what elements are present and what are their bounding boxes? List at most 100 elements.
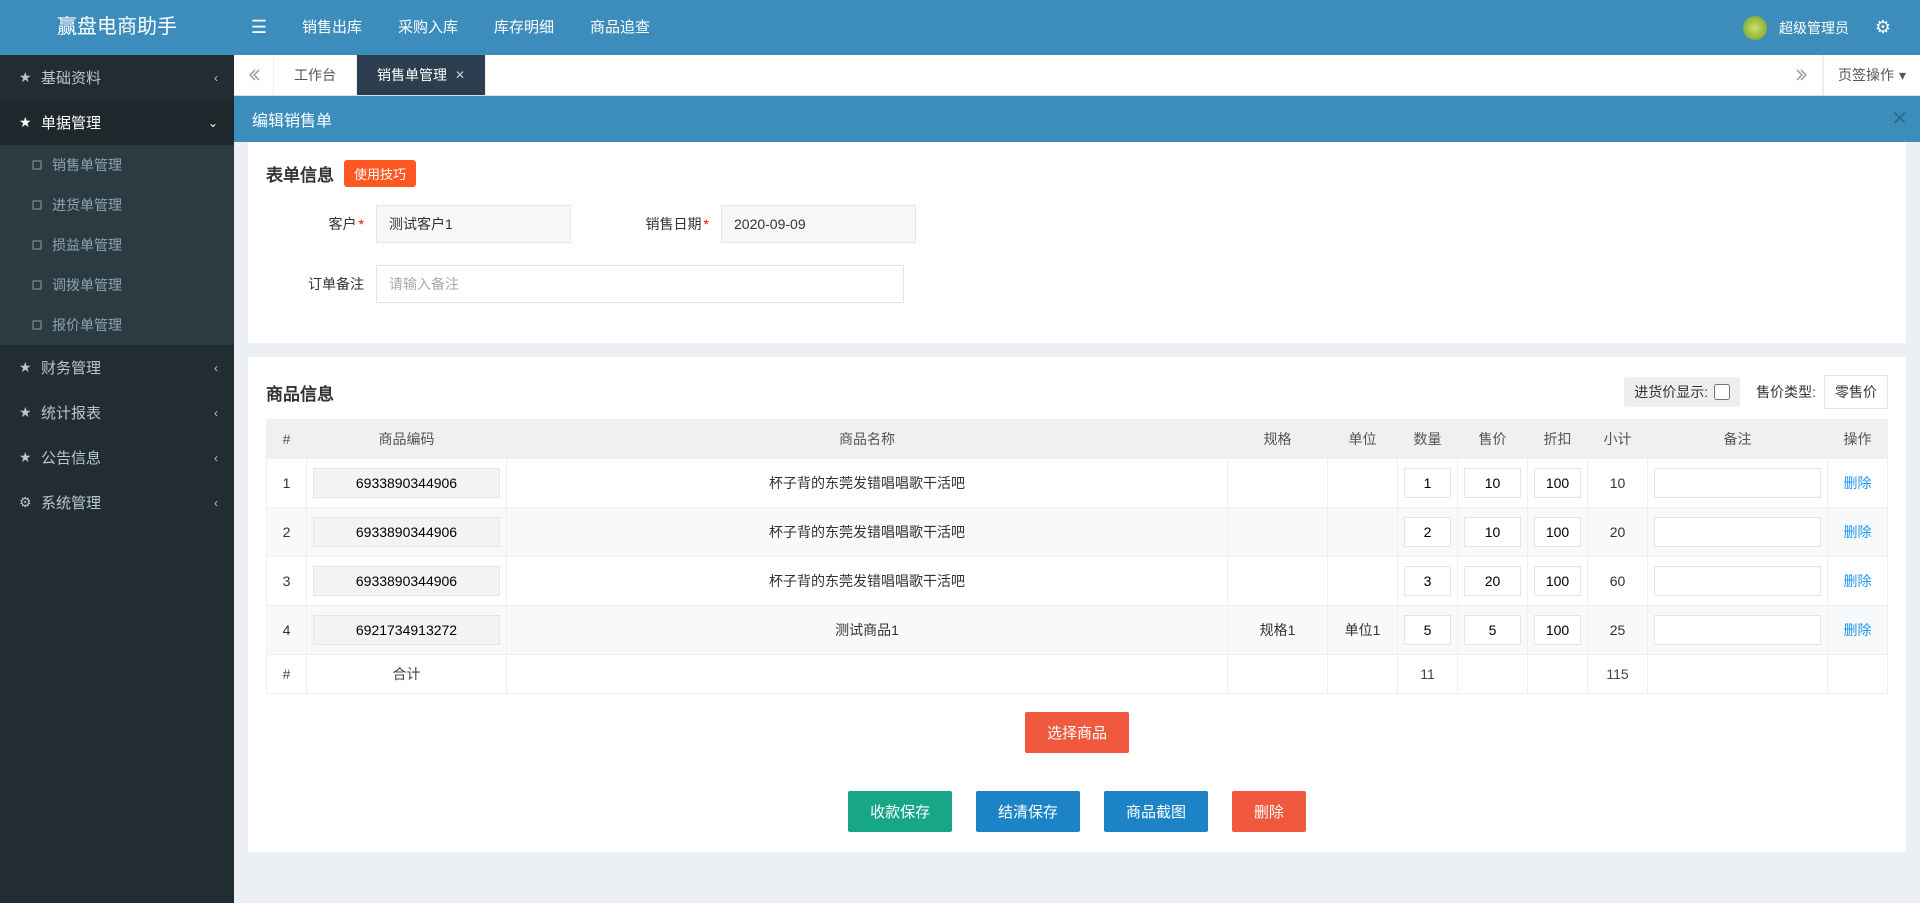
product-code-input[interactable]	[313, 517, 500, 547]
content: 表单信息 使用技巧 客户* 销售日期* 订单备注	[234, 142, 1920, 903]
sidebar-item-label: 统计报表	[41, 402, 214, 423]
product-name: 杯子背的东莞发错唱唱歌干活吧	[507, 508, 1228, 557]
table-row: 2杯子背的东莞发错唱唱歌干活吧20删除	[267, 508, 1888, 557]
bullet-icon	[32, 240, 42, 250]
sidebar-sub-label: 销售单管理	[52, 155, 122, 175]
sidebar-sub-label: 损益单管理	[52, 235, 122, 255]
product-name: 杯子背的东莞发错唱唱歌干活吧	[507, 459, 1228, 508]
sidebar-item[interactable]: ⚙系统管理‹	[0, 480, 234, 525]
sidebar-sub-item[interactable]: 销售单管理	[0, 145, 234, 185]
row-remark-input[interactable]	[1654, 468, 1821, 498]
avatar[interactable]	[1743, 16, 1767, 40]
select-goods-button[interactable]: 选择商品	[1025, 712, 1129, 753]
product-code-input[interactable]	[313, 615, 500, 645]
delete-button[interactable]: 删除	[1232, 791, 1306, 832]
qty-input[interactable]	[1404, 566, 1451, 596]
row-delete-link[interactable]: 删除	[1844, 573, 1872, 589]
table-total-row: #合计11115	[267, 655, 1888, 694]
sidebar-item[interactable]: ★公告信息‹	[0, 435, 234, 480]
row-index: 2	[267, 508, 307, 557]
sidebar-sub-item[interactable]: 报价单管理	[0, 305, 234, 345]
product-spec	[1228, 557, 1328, 606]
product-code-input[interactable]	[313, 468, 500, 498]
row-remark-input[interactable]	[1654, 517, 1821, 547]
sidebar-sub-item[interactable]: 进货单管理	[0, 185, 234, 225]
price-input[interactable]	[1464, 517, 1521, 547]
form-section-title: 表单信息	[266, 161, 334, 186]
tab[interactable]: 工作台	[274, 55, 357, 95]
product-unit: 单位1	[1328, 606, 1398, 655]
hamburger-icon[interactable]: ☰	[234, 17, 284, 38]
price-input[interactable]	[1464, 468, 1521, 498]
table-header-cell: #	[267, 420, 307, 459]
top-right: 超级管理员 ⚙	[1743, 16, 1920, 40]
table-row: 3杯子背的东莞发错唱唱歌干活吧60删除	[267, 557, 1888, 606]
price-input[interactable]	[1464, 615, 1521, 645]
star-icon: ★	[19, 114, 41, 131]
top-menu-item[interactable]: 销售出库	[284, 0, 380, 55]
sidebar-sub-label: 调拨单管理	[52, 275, 122, 295]
top-menu-item[interactable]: 采购入库	[380, 0, 476, 55]
goods-section-title: 商品信息	[266, 380, 334, 405]
table-row: 1杯子背的东莞发错唱唱歌干活吧10删除	[267, 459, 1888, 508]
product-code-input[interactable]	[313, 566, 500, 596]
row-delete-link[interactable]: 删除	[1844, 524, 1872, 540]
tabs-scroll-left-icon[interactable]	[234, 55, 274, 95]
qty-input[interactable]	[1404, 468, 1451, 498]
tab-label: 销售单管理	[377, 65, 447, 85]
discount-input[interactable]	[1534, 566, 1581, 596]
row-remark-input[interactable]	[1654, 566, 1821, 596]
row-index: 4	[267, 606, 307, 655]
qty-input[interactable]	[1404, 517, 1451, 547]
table-row: 4测试商品1规格1单位125删除	[267, 606, 1888, 655]
price-input[interactable]	[1464, 566, 1521, 596]
star-icon: ★	[19, 69, 41, 86]
close-icon[interactable]: ✕	[1891, 96, 1908, 142]
customer-input[interactable]	[376, 205, 571, 243]
goods-screenshot-button[interactable]: 商品截图	[1104, 791, 1208, 832]
tabs-operations[interactable]: 页签操作 ▾	[1823, 55, 1920, 95]
discount-input[interactable]	[1534, 468, 1581, 498]
remark-label: 订单备注	[308, 276, 364, 292]
panel-header: 编辑销售单 ✕	[234, 96, 1920, 142]
row-delete-link[interactable]: 删除	[1844, 475, 1872, 491]
star-icon: ★	[19, 449, 41, 466]
top-menu-item[interactable]: 库存明细	[476, 0, 572, 55]
product-unit	[1328, 508, 1398, 557]
close-icon[interactable]: ✕	[455, 68, 465, 82]
table-header-cell: 规格	[1228, 420, 1328, 459]
tips-button[interactable]: 使用技巧	[344, 160, 416, 187]
top-menu: 销售出库采购入库库存明细商品追查	[284, 0, 668, 55]
discount-input[interactable]	[1534, 517, 1581, 547]
sidebar-item[interactable]: ★统计报表‹	[0, 390, 234, 435]
sale-date-input[interactable]	[721, 205, 916, 243]
order-remark-input[interactable]	[376, 265, 904, 303]
qty-input[interactable]	[1404, 615, 1451, 645]
row-remark-input[interactable]	[1654, 615, 1821, 645]
sidebar-item-label: 基础资料	[41, 67, 214, 88]
top-header: 赢盘电商助手 ☰ 销售出库采购入库库存明细商品追查 超级管理员 ⚙	[0, 0, 1920, 55]
sidebar-item[interactable]: ★单据管理⌄	[0, 100, 234, 145]
top-menu-item[interactable]: 商品追查	[572, 0, 668, 55]
pricetype-select[interactable]: 零售价	[1824, 375, 1888, 409]
tab[interactable]: 销售单管理 ✕	[357, 55, 486, 95]
sidebar-item[interactable]: ★财务管理‹	[0, 345, 234, 390]
discount-input[interactable]	[1534, 615, 1581, 645]
user-name[interactable]: 超级管理员	[1779, 18, 1849, 38]
tabs-bar: 工作台销售单管理 ✕ 页签操作 ▾	[234, 55, 1920, 96]
table-header-cell: 数量	[1398, 420, 1458, 459]
brand[interactable]: 赢盘电商助手	[0, 0, 234, 55]
inprice-checkbox[interactable]	[1714, 384, 1730, 400]
chevron-left-icon: ‹	[214, 451, 218, 465]
table-header-cell: 商品名称	[507, 420, 1228, 459]
gear-icon[interactable]: ⚙	[1861, 17, 1905, 38]
sidebar-sub-item[interactable]: 损益单管理	[0, 225, 234, 265]
inprice-toggle[interactable]: 进货价显示:	[1624, 377, 1740, 407]
save-pay-button[interactable]: 收款保存	[848, 791, 952, 832]
row-delete-link[interactable]: 删除	[1844, 622, 1872, 638]
subtotal: 60	[1588, 557, 1648, 606]
sidebar-sub-item[interactable]: 调拨单管理	[0, 265, 234, 305]
tabs-scroll-right-icon[interactable]	[1783, 55, 1823, 95]
sidebar-item[interactable]: ★基础资料‹	[0, 55, 234, 100]
save-settle-button[interactable]: 结清保存	[976, 791, 1080, 832]
